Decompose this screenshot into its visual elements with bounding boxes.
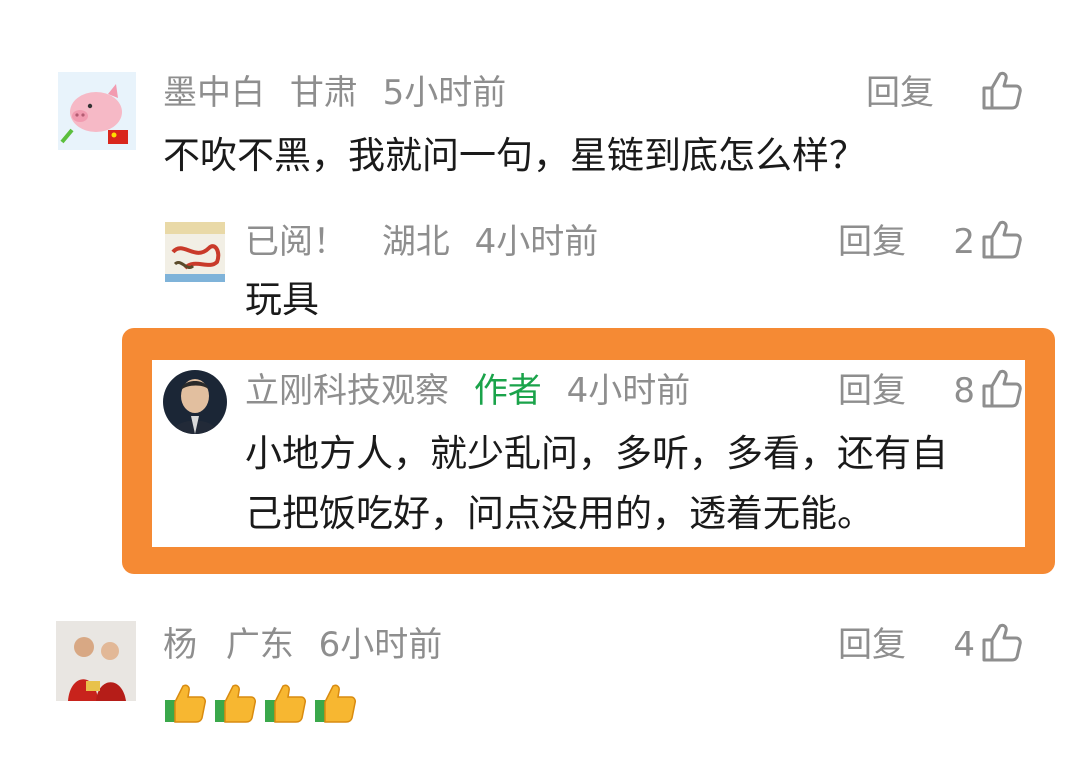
location: 甘肃 — [289, 73, 358, 113]
username[interactable]: 已阅！ — [245, 222, 347, 262]
thumb-up-icon — [982, 623, 1022, 662]
avatar[interactable] — [163, 370, 227, 434]
timestamp: 4小时前 — [474, 222, 599, 262]
like-count: 2 — [953, 222, 975, 262]
timestamp: 4小时前 — [566, 371, 691, 411]
like-count: 4 — [953, 625, 975, 665]
reply-button[interactable]: 回复 — [866, 73, 934, 113]
comment-text: 玩具 — [245, 278, 319, 321]
thumb-up-icon — [982, 220, 1022, 259]
location: 湖北 — [381, 222, 450, 262]
thumbs-up-emoji-icon — [215, 684, 256, 723]
like-button[interactable] — [978, 68, 1024, 118]
avatar[interactable] — [165, 222, 225, 282]
avatar[interactable] — [56, 621, 136, 701]
reply-button[interactable]: 回复 — [838, 625, 906, 665]
timestamp: 5小时前 — [382, 73, 507, 113]
like-count: 8 — [953, 371, 975, 411]
thumb-up-icon — [982, 71, 1022, 110]
author-badge: 作者 — [473, 371, 542, 411]
man-portrait-avatar-icon — [163, 370, 227, 434]
username[interactable]: 立刚科技观察 — [245, 371, 449, 411]
like-button[interactable] — [978, 620, 1024, 670]
thumbs-up-emoji-icon — [315, 684, 356, 723]
pig-avatar-icon — [58, 72, 136, 150]
reply-button[interactable]: 回复 — [838, 222, 906, 262]
timestamp: 6小时前 — [318, 625, 443, 665]
thumbs-up-emoji-icon — [165, 684, 206, 723]
comment-text-line: 小地方人，就少乱问，多听，多看，还有自 — [245, 432, 948, 475]
thumb-up-icon — [982, 369, 1022, 408]
username[interactable]: 杨 — [163, 625, 197, 665]
location: 广东 — [225, 625, 294, 665]
comment-text: 不吹不黑，我就问一句，星链到底怎么样？ — [163, 134, 866, 177]
emoji-row — [163, 680, 357, 724]
comment-text-line: 己把饭吃好，问点没用的，透着无能。 — [245, 492, 874, 535]
family-photo-avatar-icon — [56, 621, 136, 701]
like-button[interactable] — [978, 217, 1024, 267]
reply-button[interactable]: 回复 — [838, 371, 906, 411]
like-button[interactable] — [978, 366, 1024, 416]
thumbs-up-emoji-icon — [265, 684, 306, 723]
username[interactable]: 墨中白 — [163, 73, 265, 113]
avatar[interactable] — [58, 72, 136, 150]
dragon-avatar-icon — [165, 222, 225, 282]
